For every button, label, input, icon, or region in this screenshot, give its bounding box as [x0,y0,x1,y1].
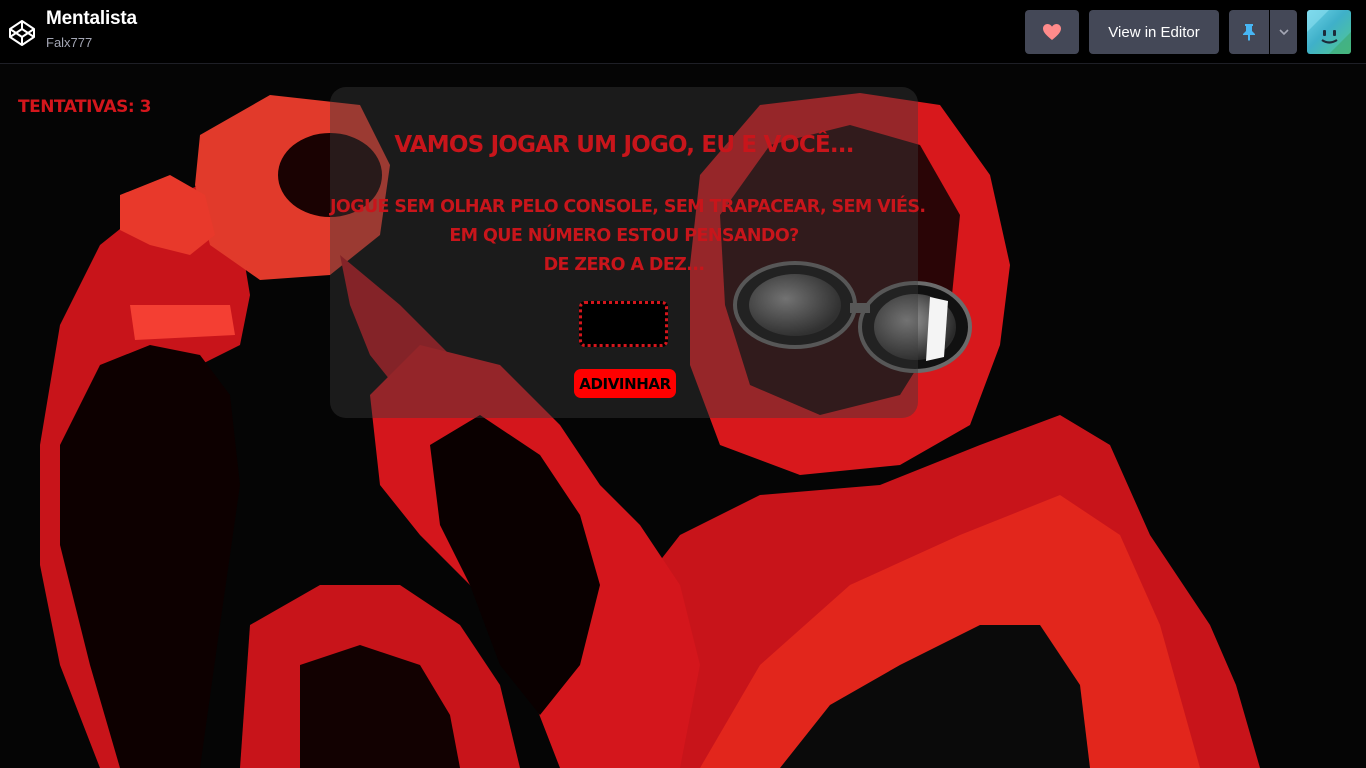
pin-icon [1243,24,1255,41]
heart-icon [1043,24,1061,40]
topbar: Mentalista Falx777 View in Editor [0,0,1366,64]
avatar-face-icon [1307,10,1351,54]
guess-button[interactable]: ADIVINHAR [574,369,676,398]
game-headline: VAMOS JOGAR UM JOGO, EU E VOCÊ... [394,132,854,158]
game-prompt: JOGUE SEM OLHAR PELO CONSOLE, SEM TRAPAC… [330,193,926,280]
pin-button[interactable] [1229,10,1269,54]
pen-author[interactable]: Falx777 [46,35,92,50]
game-panel: VAMOS JOGAR UM JOGO, EU E VOCÊ... JOGUE … [330,87,926,418]
guess-input[interactable] [579,301,668,347]
prompt-line-2: EM QUE NÚMERO ESTOU PENSANDO? [449,226,799,246]
codepen-logo-icon[interactable] [8,19,36,47]
view-in-editor-button[interactable]: View in Editor [1089,10,1219,54]
game-stage: TENTATIVAS: 3 VAMOS JOGAR UM JOGO, EU E … [0,65,1366,768]
user-avatar[interactable] [1307,10,1351,54]
pen-title: Mentalista [46,8,137,29]
prompt-line-3: DE ZERO A DEZ... [543,255,705,275]
like-button[interactable] [1025,10,1079,54]
pin-dropdown-button[interactable] [1270,10,1297,54]
attempts-counter: TENTATIVAS: 3 [18,97,151,117]
chevron-down-icon [1278,29,1289,36]
prompt-line-1: JOGUE SEM OLHAR PELO CONSOLE, SEM TRAPAC… [330,197,926,217]
